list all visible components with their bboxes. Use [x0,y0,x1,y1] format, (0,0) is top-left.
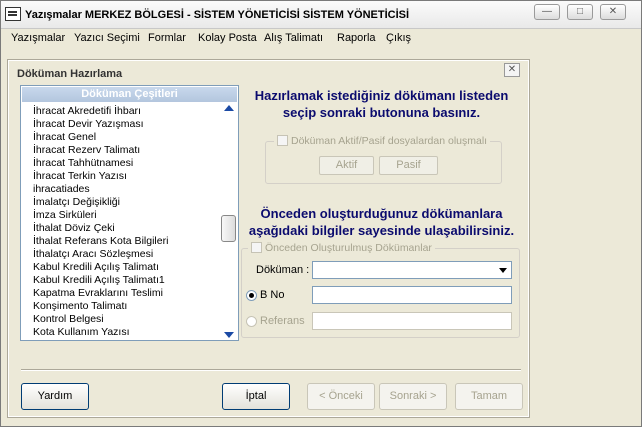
instruction-select: Hazırlamak istediğiniz dökümanı listeden… [254,88,509,120]
list-scrollbar[interactable] [220,102,238,340]
dialog-close-button[interactable]: ✕ [504,63,520,77]
bno-input[interactable] [312,286,512,304]
list-item[interactable]: İhracat Rezerv Talimatı [21,144,218,157]
main-window: Yazışmalar MERKEZ BÖLGESİ - SİSTEM YÖNET… [0,0,642,427]
menu-raporla[interactable]: Raporla [337,32,376,44]
aktif-button[interactable]: Aktif [319,156,374,175]
bno-radio[interactable] [246,290,257,301]
document-type-list[interactable]: Döküman Çeşitleri İhracat Akredetifi İhb… [20,85,239,341]
instruction-previous: Önceden oluşturduğunuz dökümanlara aşağı… [248,206,515,238]
list-items: İhracat Akredetifi İhbarı İhracat Devir Y… [21,105,218,339]
separator [21,369,521,371]
scroll-down-icon[interactable] [224,332,234,338]
menu-formlar[interactable]: Formlar [148,32,186,44]
list-item[interactable]: İhracat Tahhütnamesi [21,157,218,170]
menu-yazismalar[interactable]: Yazışmalar [11,32,65,44]
next-button[interactable]: Sonraki > [379,383,447,410]
scroll-up-icon[interactable] [224,105,234,111]
app-icon [5,7,21,21]
title-bar[interactable]: Yazışmalar MERKEZ BÖLGESİ - SİSTEM YÖNET… [1,1,641,29]
list-item[interactable]: Konşimento Talimatı [21,300,218,313]
list-item[interactable]: Kabul Kredili Açılış Talimatı1 [21,274,218,287]
document-dialog: Döküman Hazırlama ✕ Döküman Çeşitleri İh… [7,59,530,418]
help-button[interactable]: Yardım [21,383,89,410]
menu-alis-talimati[interactable]: Alış Talimatı [264,32,323,44]
previous-documents-group: Önceden Oluşturulmuş Dökümanlar Döküman … [241,242,520,338]
list-item[interactable]: İhracat Devir Yazışması [21,118,218,131]
referans-input[interactable] [312,312,512,330]
menu-kolay-posta[interactable]: Kolay Posta [198,32,257,44]
list-item[interactable]: İhracat Genel [21,131,218,144]
previous-button[interactable]: < Önceki [307,383,375,410]
minimize-button[interactable]: — [534,4,560,20]
list-item[interactable]: İhracat Terkin Yazısı [21,170,218,183]
active-passive-label: Döküman Aktif/Pasif dosyalardan oluşmalı [291,135,488,147]
previous-documents-label: Önceden Oluşturulmuş Dökümanlar [265,242,432,254]
pasif-button[interactable]: Pasif [379,156,438,175]
list-item[interactable]: Kontrol Belgesi [21,313,218,326]
menu-bar: Yazışmalar Yazıcı Seçimi Formlar Kolay P… [1,30,641,48]
chevron-down-icon [499,268,507,273]
close-button[interactable]: ✕ [600,4,626,20]
list-item[interactable]: Kapatma Evraklarını Teslimi [21,287,218,300]
list-item[interactable]: ihracatiades [21,183,218,196]
list-item[interactable]: Kota Kullanım Yazısı [21,326,218,339]
list-item[interactable]: İthalatçı Aracı Sözleşmesi [21,248,218,261]
list-header: Döküman Çeşitleri [22,87,237,102]
active-passive-group: Döküman Aktif/Pasif dosyalardan oluşmalı… [265,135,502,184]
previous-documents-checkbox[interactable] [251,242,262,253]
referans-radio[interactable] [246,316,257,327]
list-item[interactable]: İmza Sirküleri [21,209,218,222]
maximize-button[interactable]: □ [567,4,593,20]
cancel-button[interactable]: İptal [222,383,290,410]
list-item[interactable]: Kabul Kredili Açılış Talimatı [21,261,218,274]
bno-label: B No [260,289,285,301]
list-item[interactable]: İmalatçı Değişikliği [21,196,218,209]
menu-cikis[interactable]: Çıkış [386,32,411,44]
ok-button[interactable]: Tamam [455,383,523,410]
list-item[interactable]: İthalat Döviz Çeki [21,222,218,235]
dokuman-dropdown[interactable] [312,261,512,279]
dialog-title: Döküman Hazırlama [17,68,123,80]
dokuman-label: Döküman : [256,264,310,276]
active-passive-checkbox[interactable] [277,135,288,146]
list-item[interactable]: İthalat Referans Kota Bilgileri [21,235,218,248]
menu-yazici-secimi[interactable]: Yazıcı Seçimi [74,32,140,44]
list-item[interactable]: İhracat Akredetifi İhbarı [21,105,218,118]
window-title: Yazışmalar MERKEZ BÖLGESİ - SİSTEM YÖNET… [25,9,410,21]
scroll-thumb[interactable] [221,215,236,242]
referans-label: Referans [260,315,305,327]
